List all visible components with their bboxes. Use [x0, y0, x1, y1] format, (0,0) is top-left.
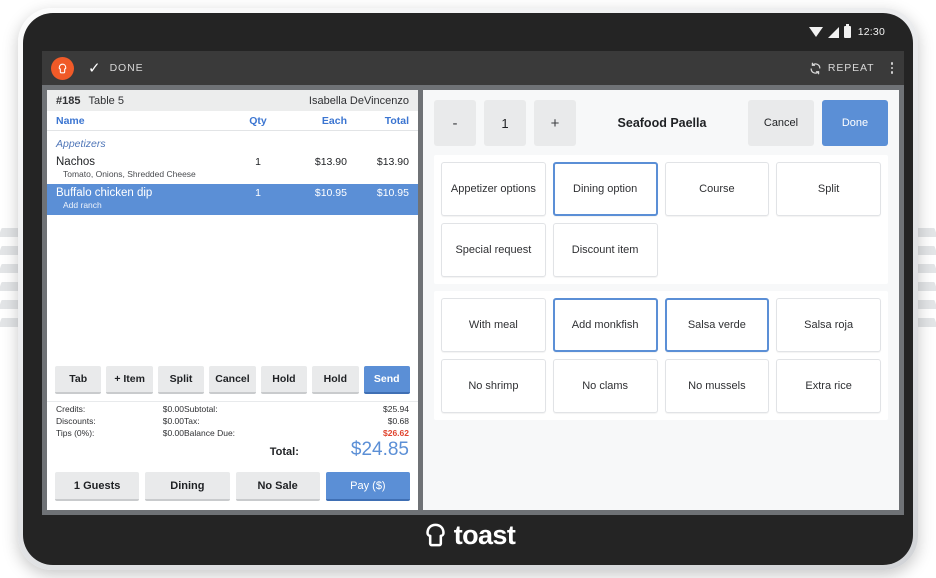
balance-due-value: $26.62	[383, 428, 409, 438]
tablet-device: 12:30 ✓ DONE REPEAT #185 Table 5 Isabell…	[18, 8, 918, 570]
check-column-headers: Name Qty Each Total	[47, 111, 418, 131]
item-each: $10.95	[314, 187, 347, 199]
tips-label: Tips (0%):	[56, 428, 95, 438]
modifier-salsa-roja[interactable]: Salsa roja	[776, 298, 881, 352]
column-header-total: Total	[384, 114, 409, 127]
modifier-header: - 1 + Seafood Paella Cancel Done	[423, 90, 899, 154]
column-header-each: Each	[321, 114, 347, 127]
check-icon: ✓	[88, 59, 101, 77]
option-special-request[interactable]: Special request	[441, 223, 546, 277]
item-qty: 1	[255, 187, 261, 199]
modifier-salsa-verde[interactable]: Salsa verde	[664, 298, 770, 352]
send-button[interactable]: Send	[363, 366, 410, 394]
modifier-panel: - 1 + Seafood Paella Cancel Done Appetiz…	[423, 90, 899, 510]
discounts-value: $0.00	[162, 416, 184, 426]
toast-brand-bar: toast	[23, 505, 913, 565]
category-label: Appetizers	[56, 138, 106, 150]
modifier-no-clams[interactable]: No clams	[552, 359, 658, 413]
quantity-decrement-button[interactable]: -	[434, 100, 476, 146]
hold-button-1[interactable]: Hold	[260, 366, 308, 394]
modifier-option-grid: With meal Add monkfish Salsa verde Salsa…	[434, 291, 888, 420]
list-item[interactable]: Buffalo chicken dip 1 $10.95 $10.95 Add …	[47, 184, 418, 215]
toast-logo-icon[interactable]	[51, 56, 74, 80]
option-course[interactable]: Course	[664, 162, 770, 216]
modifier-no-shrimp[interactable]: No shrimp	[441, 359, 546, 413]
tab-button[interactable]: Tab	[55, 366, 102, 394]
modifier-add-monkfish[interactable]: Add monkfish	[552, 298, 658, 352]
done-label[interactable]: DONE	[110, 62, 144, 74]
modifier-with-meal[interactable]: With meal	[441, 298, 546, 352]
pay-button[interactable]: Pay ($)	[325, 472, 410, 501]
toast-bread-icon	[425, 523, 445, 546]
item-name: Buffalo chicken dip	[56, 187, 153, 199]
repeat-icon	[810, 62, 821, 74]
modifier-done-button[interactable]: Done	[822, 100, 888, 146]
modifier-extra-rice[interactable]: Extra rice	[776, 359, 881, 413]
battery-icon	[843, 24, 851, 38]
check-footer-bar: 1 Guests Dining No Sale Pay ($)	[47, 466, 418, 510]
grid-spacer	[665, 223, 770, 277]
tips-value: $0.00	[162, 428, 184, 438]
column-header-qty: Qty	[249, 114, 267, 127]
page-root: 12:30 ✓ DONE REPEAT #185 Table 5 Isabell…	[0, 0, 936, 578]
add-item-button[interactable]: + Item	[106, 366, 153, 394]
wifi-icon	[808, 27, 823, 37]
balance-due-label: Balance Due:	[184, 428, 236, 438]
kebab-menu-icon[interactable]	[890, 62, 893, 74]
no-sale-button[interactable]: No Sale	[235, 472, 320, 501]
toast-wordmark: toast	[453, 519, 516, 550]
subtotal-label: Subtotal:	[184, 404, 218, 414]
check-number: #185	[56, 94, 81, 107]
cancel-button[interactable]: Cancel	[209, 366, 256, 394]
tablet-screen-bezel: 12:30 ✓ DONE REPEAT #185 Table 5 Isabell…	[23, 13, 913, 565]
check-action-bar: Tab + Item Split Cancel Hold Hold Send	[47, 359, 418, 401]
item-name: Nachos	[56, 156, 95, 168]
tax-label: Tax:	[184, 416, 200, 426]
credits-value: $0.00	[162, 404, 184, 414]
discounts-label: Discounts:	[56, 416, 96, 426]
modifier-cancel-button[interactable]: Cancel	[748, 100, 814, 146]
check-header: #185 Table 5 Isabella DeVincenzo	[47, 90, 418, 111]
modifier-no-mussels[interactable]: No mussels	[664, 359, 770, 413]
item-total: $13.90	[376, 156, 409, 168]
column-header-name: Name	[56, 114, 85, 127]
dining-button[interactable]: Dining	[145, 472, 230, 501]
repeat-label: REPEAT	[827, 62, 875, 74]
list-item[interactable]: Nachos 1 $13.90 $13.90 Tomato, Onions, S…	[47, 153, 418, 184]
check-item-list[interactable]: Appetizers Nachos 1 $13.90 $13.90 Tomato…	[47, 131, 418, 359]
check-totals: Credits: $0.00 Subtotal: $25.94 Discount…	[47, 401, 418, 466]
android-status-bar: 12:30	[23, 13, 913, 51]
pos-app-screen: ✓ DONE REPEAT #185 Table 5 Isabella DeVi…	[42, 51, 904, 515]
repeat-button[interactable]: REPEAT	[809, 62, 875, 75]
guests-button[interactable]: 1 Guests	[55, 472, 140, 501]
selected-item-title: Seafood Paella	[617, 116, 707, 130]
total-label: Total:	[269, 446, 299, 458]
item-modifiers: Add ranch	[63, 200, 102, 210]
option-discount-item[interactable]: Discount item	[552, 223, 658, 277]
subtotal-value: $25.94	[383, 404, 409, 414]
check-panel: #185 Table 5 Isabella DeVincenzo Name Qt…	[47, 90, 418, 510]
quantity-increment-button[interactable]: +	[534, 100, 576, 146]
item-total: $10.95	[376, 187, 409, 199]
total-value: $24.85	[350, 439, 409, 460]
check-table: Table 5	[88, 94, 124, 107]
app-toolbar: ✓ DONE REPEAT	[42, 51, 904, 85]
quantity-value: 1	[484, 100, 526, 146]
tax-value: $0.68	[387, 416, 409, 426]
hold-button-2[interactable]: Hold	[312, 366, 359, 394]
item-each: $13.90	[314, 156, 347, 168]
item-qty: 1	[255, 156, 261, 168]
option-dining-option[interactable]: Dining option	[552, 162, 658, 216]
item-modifiers: Tomato, Onions, Shredded Cheese	[63, 169, 196, 179]
check-server: Isabella DeVincenzo	[308, 94, 409, 107]
option-group-grid: Appetizer options Dining option Course S…	[434, 155, 888, 284]
status-bar-clock: 12:30	[857, 26, 885, 38]
grid-spacer	[776, 223, 881, 277]
signal-icon	[827, 26, 839, 38]
app-body: #185 Table 5 Isabella DeVincenzo Name Qt…	[42, 85, 904, 515]
split-button[interactable]: Split	[157, 366, 205, 394]
option-split[interactable]: Split	[776, 162, 881, 216]
credits-label: Credits:	[56, 404, 86, 414]
option-appetizer-options[interactable]: Appetizer options	[441, 162, 546, 216]
